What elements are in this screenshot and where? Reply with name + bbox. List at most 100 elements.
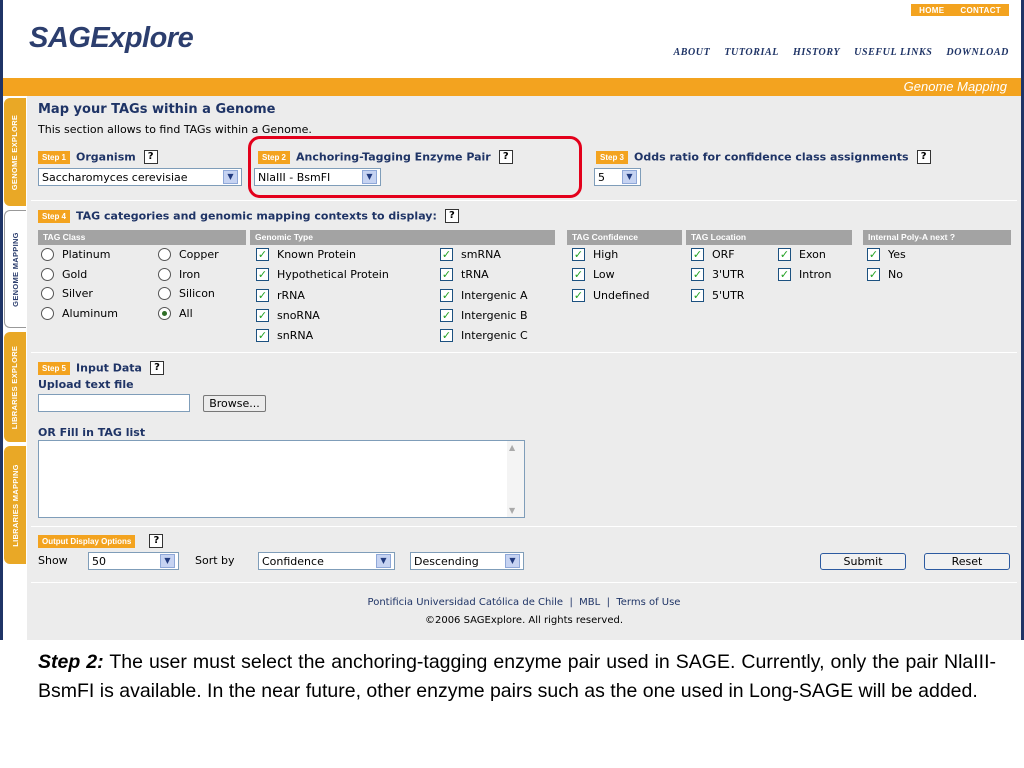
radio-silver[interactable]: Silver [41, 287, 93, 300]
reset-button[interactable]: Reset [924, 553, 1010, 570]
checkbox[interactable]: ✓ [256, 248, 269, 261]
option-label: Intron [799, 268, 832, 281]
file-path-input[interactable] [38, 394, 190, 412]
checkbox[interactable]: ✓ [778, 268, 791, 281]
sort-order-select[interactable]: Descending ▼ [410, 552, 524, 570]
radio-button[interactable] [41, 287, 54, 300]
tab-libraries-explore[interactable]: LIBRARIES EXPLORE [4, 332, 26, 442]
radio-button[interactable] [158, 287, 171, 300]
organism-select[interactable]: Saccharomyces cerevisiae ▼ [38, 168, 242, 186]
checkbox[interactable]: ✓ [256, 289, 269, 302]
checkbox-intron[interactable]: ✓ Intron [778, 268, 832, 281]
nav-about[interactable]: ABOUT [673, 47, 710, 58]
checkbox[interactable]: ✓ [691, 248, 704, 261]
checkbox-snrna[interactable]: ✓ snRNA [256, 329, 313, 342]
radio-gold[interactable]: Gold [41, 268, 87, 281]
radio-button[interactable] [41, 268, 54, 281]
tab-label: LIBRARIES EXPLORE [10, 345, 20, 429]
option-label: High [593, 248, 619, 261]
checkbox[interactable]: ✓ [572, 289, 585, 302]
checkbox[interactable]: ✓ [691, 268, 704, 281]
radio-all[interactable]: All [158, 307, 193, 320]
help-icon[interactable]: ? [143, 150, 158, 164]
checkbox[interactable]: ✓ [256, 309, 269, 322]
tab-genome-explore[interactable]: GENOME EXPLORE [4, 98, 26, 206]
checkbox-3utr[interactable]: ✓ 3'UTR [691, 268, 744, 281]
checkbox-5utr[interactable]: ✓ 5'UTR [691, 289, 744, 302]
option-label: rRNA [277, 289, 305, 302]
help-icon[interactable]: ? [444, 209, 459, 223]
sort-by-select[interactable]: Confidence ▼ [258, 552, 395, 570]
checkbox-snorna[interactable]: ✓ snoRNA [256, 309, 320, 322]
contact-link[interactable]: CONTACT [960, 6, 1001, 15]
radio-silicon[interactable]: Silicon [158, 287, 215, 300]
scroll-down-icon[interactable]: ▼ [509, 506, 515, 515]
tag-list-textarea[interactable]: ▲ ▼ [38, 440, 525, 518]
checkbox[interactable]: ✓ [440, 268, 453, 281]
radio-button[interactable] [158, 307, 171, 320]
checkbox[interactable]: ✓ [256, 268, 269, 281]
scrollbar[interactable]: ▲ ▼ [507, 441, 524, 517]
checkbox-rrna[interactable]: ✓ rRNA [256, 289, 305, 302]
radio-button[interactable] [41, 248, 54, 261]
home-link[interactable]: HOME [919, 6, 944, 15]
checkbox[interactable]: ✓ [440, 248, 453, 261]
odds-ratio-select[interactable]: 5 ▼ [594, 168, 641, 186]
radio-button[interactable] [41, 307, 54, 320]
tab-libraries-mapping[interactable]: LIBRARIES MAPPING [4, 446, 26, 564]
checkbox-known-protein[interactable]: ✓ Known Protein [256, 248, 356, 261]
checkbox[interactable]: ✓ [691, 289, 704, 302]
radio-button[interactable] [158, 268, 171, 281]
checkbox-high[interactable]: ✓ High [572, 248, 618, 261]
logo[interactable]: SAGExplore [29, 22, 194, 55]
checkbox-intergenic-a[interactable]: ✓ Intergenic A [440, 289, 527, 302]
checkbox[interactable]: ✓ [440, 289, 453, 302]
checkbox[interactable]: ✓ [256, 329, 269, 342]
checkbox-yes[interactable]: ✓ Yes [867, 248, 906, 261]
checkbox[interactable]: ✓ [778, 248, 791, 261]
show-count-select[interactable]: 50 ▼ [88, 552, 179, 570]
footer-link-terms[interactable]: Terms of Use [616, 597, 680, 608]
checkbox-undefined[interactable]: ✓ Undefined [572, 289, 649, 302]
option-label: Platinum [62, 248, 111, 261]
checkbox-low[interactable]: ✓ Low [572, 268, 615, 281]
nav-useful-links[interactable]: USEFUL LINKS [854, 47, 932, 58]
checkbox-trna[interactable]: ✓ tRNA [440, 268, 489, 281]
checkbox[interactable]: ✓ [440, 309, 453, 322]
scroll-up-icon[interactable]: ▲ [509, 443, 515, 452]
nav-history[interactable]: HISTORY [793, 47, 840, 58]
footer-link-mbl[interactable]: MBL [579, 597, 600, 608]
show-count-value: 50 [92, 554, 106, 568]
checkbox[interactable]: ✓ [572, 268, 585, 281]
checkbox-orf[interactable]: ✓ ORF [691, 248, 735, 261]
checkbox-hypothetical-protein[interactable]: ✓ Hypothetical Protein [256, 268, 389, 281]
option-label: Gold [62, 268, 88, 281]
checkbox[interactable]: ✓ [867, 268, 880, 281]
browse-button[interactable]: Browse... [203, 395, 266, 412]
checkbox-no[interactable]: ✓ No [867, 268, 903, 281]
radio-copper[interactable]: Copper [158, 248, 219, 261]
help-icon[interactable]: ? [916, 150, 931, 164]
radio-platinum[interactable]: Platinum [41, 248, 110, 261]
checkbox-smrna[interactable]: ✓ smRNA [440, 248, 501, 261]
radio-button[interactable] [158, 248, 171, 261]
nav-download[interactable]: DOWNLOAD [946, 47, 1009, 58]
checkbox[interactable]: ✓ [867, 248, 880, 261]
checkbox[interactable]: ✓ [572, 248, 585, 261]
radio-aluminum[interactable]: Aluminum [41, 307, 118, 320]
checkbox[interactable]: ✓ [440, 329, 453, 342]
submit-button[interactable]: Submit [820, 553, 906, 570]
nav-tutorial[interactable]: TUTORIAL [724, 47, 779, 58]
option-label: All [179, 307, 193, 320]
odds-ratio-value: 5 [598, 170, 605, 184]
help-icon[interactable]: ? [149, 361, 164, 375]
checkbox-intergenic-b[interactable]: ✓ Intergenic B [440, 309, 528, 322]
option-label: Yes [888, 248, 906, 261]
footer-link-university[interactable]: Pontificia Universidad Católica de Chile [368, 597, 564, 608]
option-label: Silver [62, 287, 93, 300]
radio-iron[interactable]: Iron [158, 268, 200, 281]
checkbox-exon[interactable]: ✓ Exon [778, 248, 826, 261]
checkbox-intergenic-c[interactable]: ✓ Intergenic C [440, 329, 528, 342]
tab-genome-mapping[interactable]: GENOME MAPPING [4, 210, 26, 328]
help-icon[interactable]: ? [149, 534, 164, 548]
